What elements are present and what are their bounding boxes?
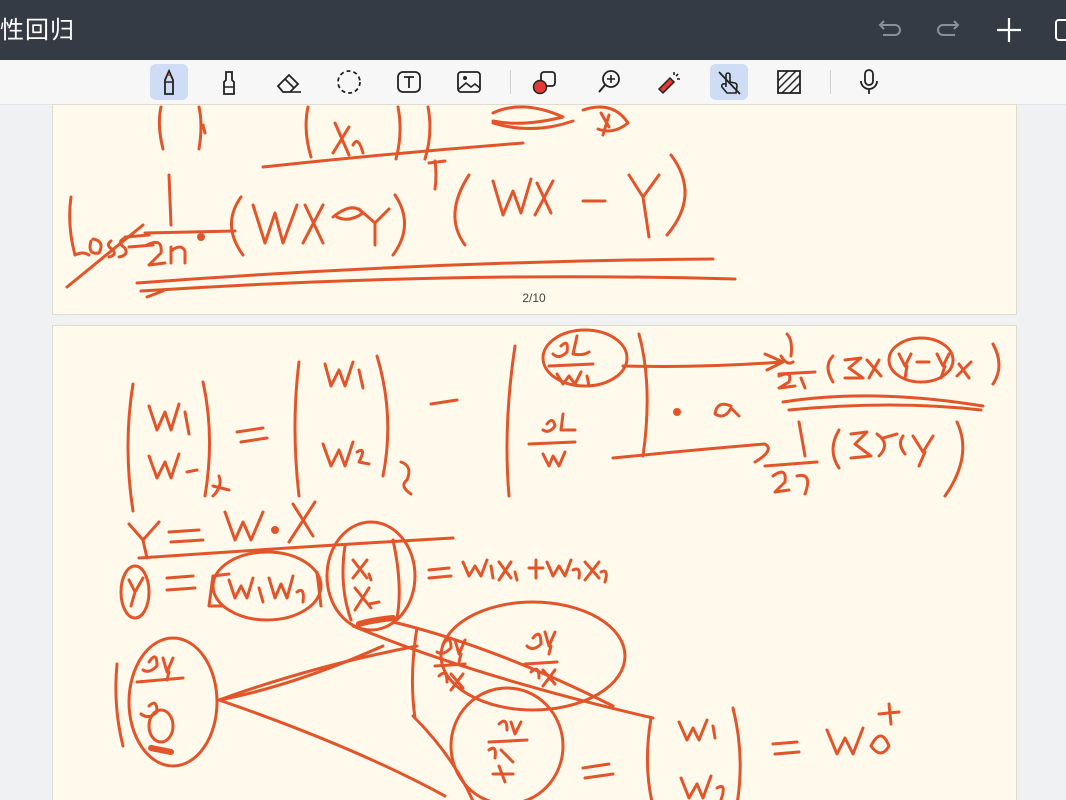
page-indicator: 2/10 — [522, 291, 546, 305]
pattern-icon[interactable] — [770, 64, 808, 100]
toolbar-divider — [510, 70, 511, 94]
touch-draw-icon[interactable] — [710, 64, 748, 100]
notebook-page[interactable] — [52, 325, 1017, 800]
image-icon[interactable] — [450, 64, 488, 100]
redo-icon[interactable] — [934, 15, 964, 45]
laser-pointer-icon[interactable] — [650, 64, 688, 100]
title-bar: 性回归 — [0, 0, 1066, 60]
microphone-icon[interactable] — [850, 64, 888, 100]
highlighter-icon[interactable] — [210, 64, 248, 100]
handwritten-loss-formula — [65, 105, 737, 299]
drawing-toolbar — [0, 60, 1066, 105]
document-title: 性回归 — [0, 16, 75, 44]
pen-icon[interactable] — [150, 64, 188, 100]
shapes-icon[interactable] — [526, 64, 564, 100]
text-box-icon[interactable] — [390, 64, 428, 100]
handwritten-gradient-derivation — [114, 328, 1001, 800]
eraser-icon[interactable] — [270, 64, 308, 100]
undo-icon[interactable] — [874, 15, 904, 45]
add-icon[interactable] — [994, 15, 1024, 45]
zoom-icon[interactable] — [590, 64, 628, 100]
lasso-icon[interactable] — [330, 64, 368, 100]
toolbar-divider — [830, 70, 831, 94]
window-icon[interactable] — [1052, 15, 1066, 45]
notebook-page[interactable]: 2/10 — [52, 104, 1017, 315]
